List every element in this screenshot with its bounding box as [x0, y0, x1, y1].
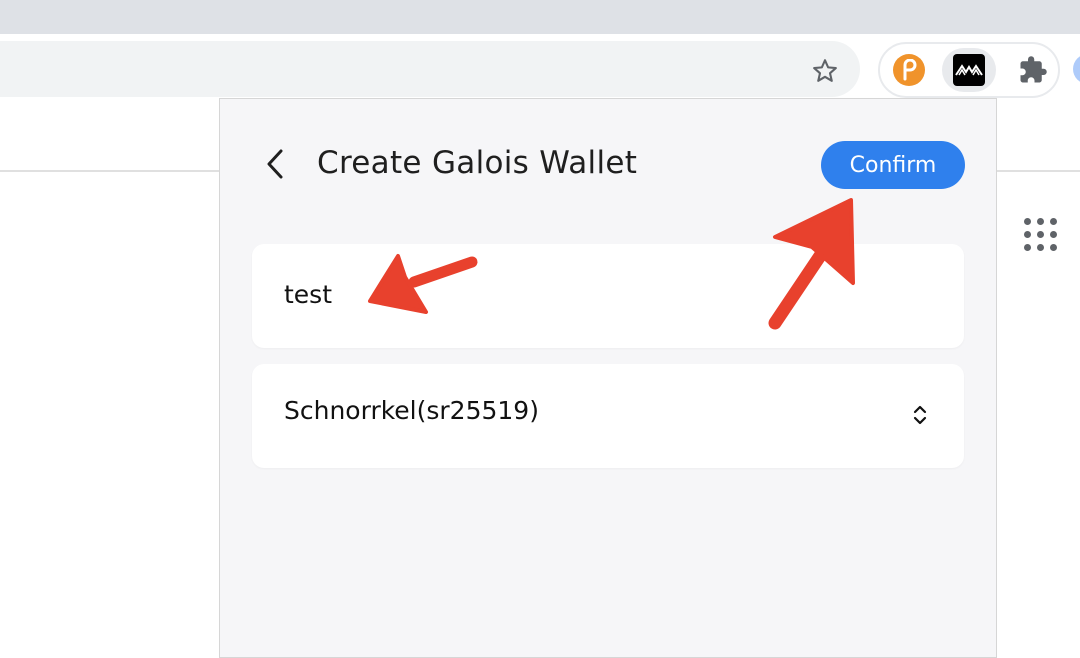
wallet-name-input[interactable]: [284, 274, 904, 314]
puzzle-icon: [1020, 56, 1047, 83]
browser-toolbar: [0, 34, 1080, 98]
browser-tab-strip: [0, 0, 1080, 34]
extensions-menu-button[interactable]: [1006, 48, 1060, 92]
confirm-button[interactable]: Confirm: [821, 141, 965, 189]
chevron-left-icon: [267, 149, 283, 179]
page-title: Create Galois Wallet: [317, 145, 638, 181]
keypair-type-select[interactable]: Schnorrkel(sr25519): [252, 364, 964, 468]
galois-wallet-extension-button[interactable]: [942, 48, 996, 92]
polkadot-extension-button[interactable]: [882, 48, 936, 92]
keypair-type-value: Schnorrkel(sr25519): [284, 396, 539, 425]
select-arrows-icon: [913, 405, 927, 425]
galois-wallet-popup: Create Galois Wallet Confirm Schnorrkel(…: [219, 98, 997, 658]
star-icon: [813, 59, 837, 82]
wallet-name-card: [252, 244, 964, 348]
polkadot-p-icon: [893, 54, 925, 86]
apps-grid-icon[interactable]: [1024, 218, 1060, 254]
back-button[interactable]: [260, 147, 290, 181]
extensions-group: [878, 42, 1060, 98]
bookmark-star-button[interactable]: [803, 49, 847, 93]
address-bar[interactable]: [0, 41, 860, 97]
galois-logo-icon: [953, 54, 985, 86]
profile-avatar[interactable]: [1073, 54, 1080, 84]
